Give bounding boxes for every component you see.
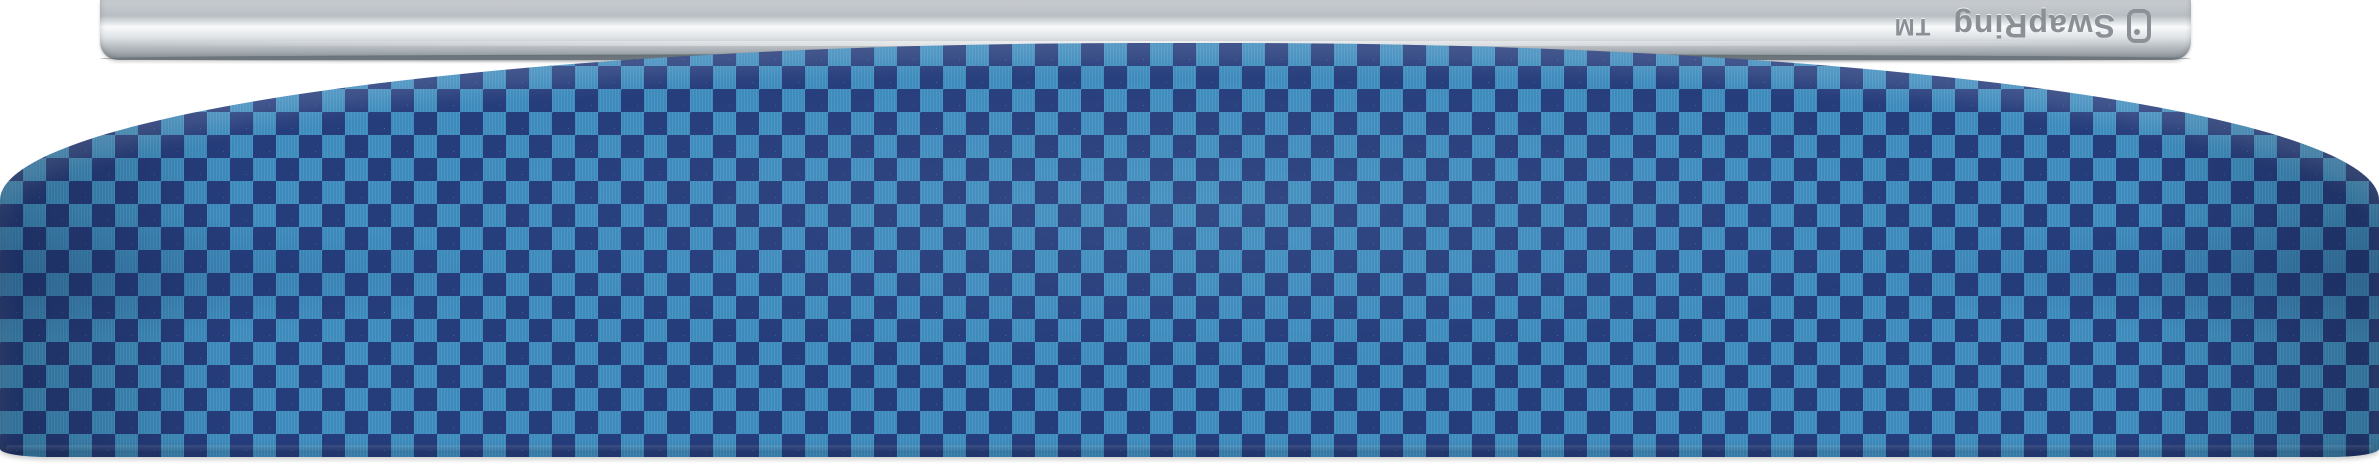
brand-name: SwapRing xyxy=(1952,8,2115,44)
trademark-mark: TM xyxy=(1893,13,1931,40)
product-photo-scene: SwapRing TM xyxy=(0,0,2379,465)
checkerboard-case-body xyxy=(0,43,2379,457)
case-bottom-rim xyxy=(6,445,2373,453)
ring-logo-icon xyxy=(2127,9,2151,43)
brand-marking: SwapRing TM xyxy=(1811,4,2191,48)
